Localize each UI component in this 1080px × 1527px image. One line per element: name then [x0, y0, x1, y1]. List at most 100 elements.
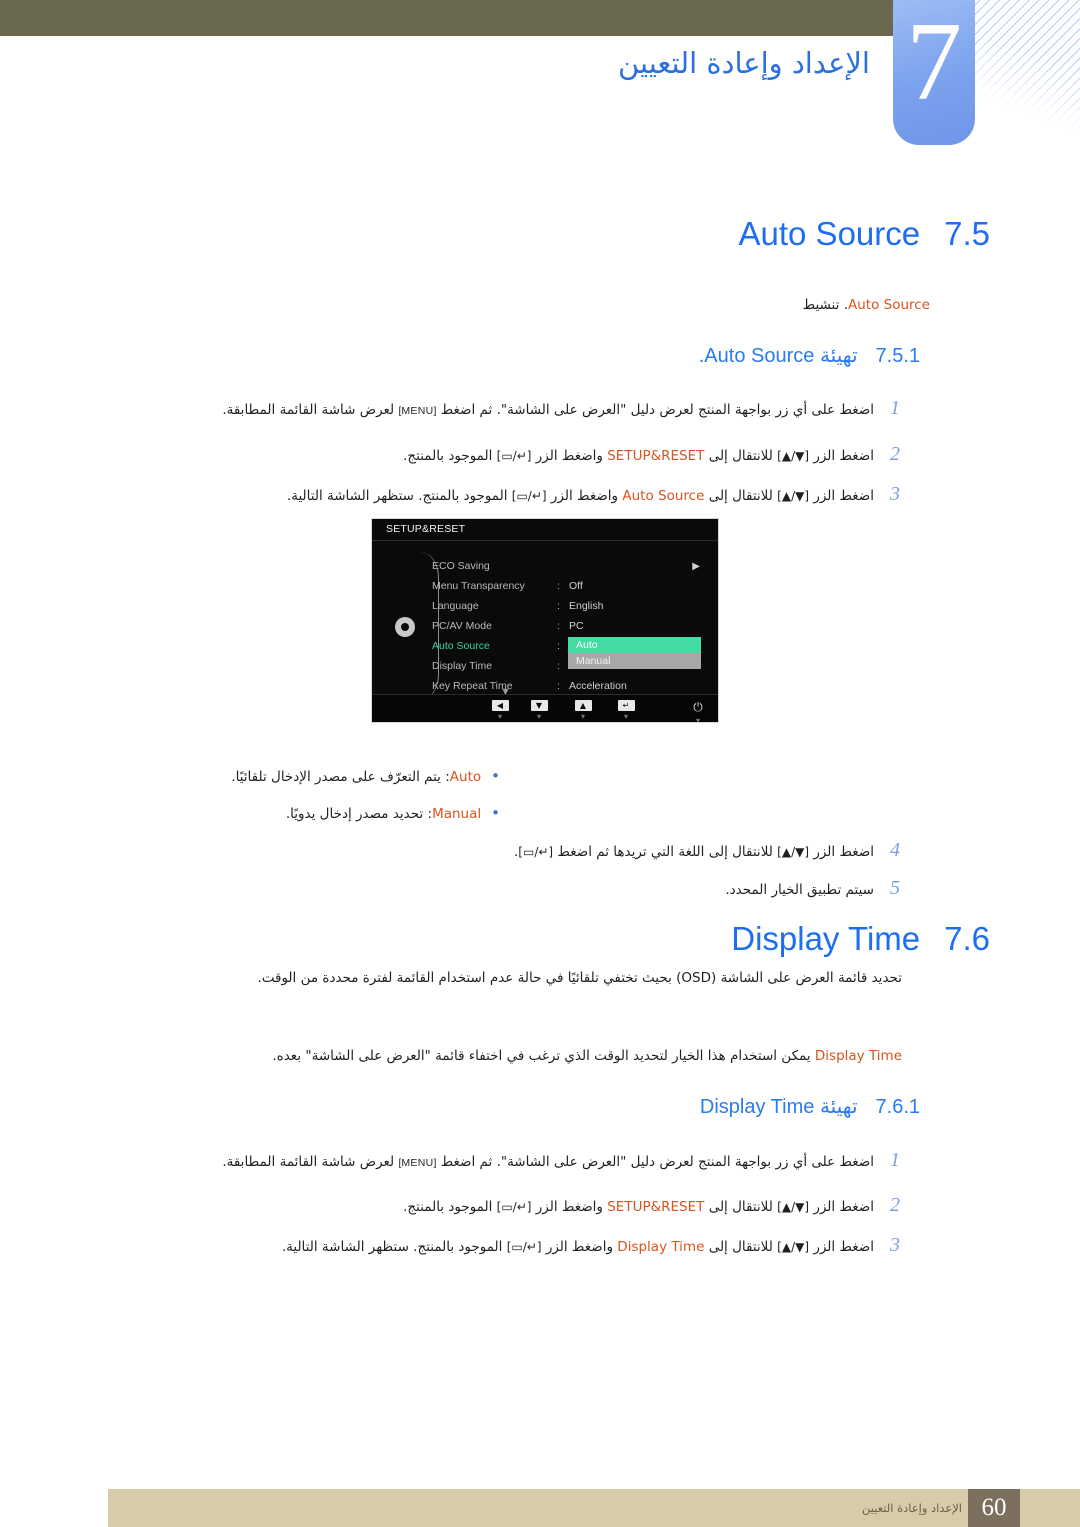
osd-item-label: PC/AV Mode: [432, 620, 492, 632]
osd-item-value: English: [569, 600, 604, 612]
section-number: 7.6: [944, 920, 990, 957]
step-text: اضغط الزر [▲/▼] للانتقال إلى Display Tim…: [282, 1237, 874, 1257]
osd-item-menu-transparency[interactable]: Menu Transparency : Off: [432, 576, 718, 596]
step-text-part-d: الموجود بالمنتج.: [403, 448, 493, 464]
osd-key-enter[interactable]: ↵ ▾: [615, 700, 637, 721]
page-number: 60: [968, 1489, 1020, 1527]
bullet-dot-icon: •: [491, 804, 500, 822]
osd-item-key-repeat-time[interactable]: Key Repeat Time : Acceleration: [432, 676, 718, 696]
display-time-paragraph-2: Display Time يمكن استخدام هذا الخيار لتح…: [272, 1046, 902, 1066]
osd-item-value: PC: [569, 620, 584, 632]
subsection-title-prefix: تهيئة: [819, 1096, 858, 1118]
osd-item-language[interactable]: Language : English: [432, 596, 718, 616]
step-text-part-b: لعرض شاشة القائمة المطابقة.: [222, 402, 395, 418]
osd-key-down[interactable]: ▼ ▾: [528, 700, 550, 721]
osd-item-value: Off: [569, 580, 583, 592]
osd-item-label: Key Repeat Time: [432, 680, 513, 692]
bullet-content: Auto: يتم التعرّف على مصدر الإدخال تلقائ…: [231, 767, 481, 787]
subsection-title-keyword: Display Time: [699, 1096, 815, 1118]
gear-icon: [395, 617, 415, 637]
subsection-number: 7.5.1: [875, 345, 920, 367]
osd-option-manual[interactable]: Manual: [568, 653, 701, 669]
enter-icon: ↵: [617, 700, 635, 711]
osd-item-colon: :: [557, 600, 560, 612]
auto-source-intro-prefix: تنشيط: [802, 297, 840, 313]
subsection-heading-configuring-display-time: 7.6.1 تهيئة Display Time: [700, 1095, 920, 1119]
osd-title-divider: [372, 540, 718, 541]
osd-menu-title: SETUP&RESET: [386, 523, 466, 535]
step-item: 3 اضغط الزر [▲/▼] للانتقال إلى Auto Sour…: [287, 484, 902, 506]
step-text: اضغط الزر [▲/▼] للانتقال إلى SETUP&RESET…: [403, 446, 874, 466]
step-text: اضغط الزر [▲/▼] للانتقال إلى Auto Source…: [287, 486, 874, 506]
step-number: 1: [890, 397, 900, 419]
step-key-enter: [▭/↵]: [496, 1200, 532, 1214]
step-number: 4: [890, 839, 900, 861]
step-key-enter: [▭/↵]: [496, 449, 532, 463]
footer-chapter-label: الإعداد وإعادة التعيين: [862, 1501, 962, 1515]
osd-item-label: Menu Transparency: [432, 580, 525, 592]
subsection-title-keyword: Auto Source: [704, 345, 815, 367]
step-number: 5: [890, 877, 900, 899]
step-item: 1 اضغط على أي زر بواجهة المنتج لعرض دليل…: [222, 398, 902, 421]
step-keyword-setup-reset: SETUP&RESET: [607, 448, 705, 464]
arrow-down-icon: ▼: [530, 700, 548, 711]
step-text-part-b: للانتقال إلى: [708, 448, 773, 464]
osd-item-eco-saving[interactable]: ECO Saving ▶: [432, 556, 718, 576]
bullet-content: Manual: تحديد مصدر إدخال يدويًا.: [286, 804, 481, 824]
step-number: 3: [890, 1234, 900, 1256]
osd-item-pc-av-mode[interactable]: PC/AV Mode : PC: [432, 616, 718, 636]
osd-key-power[interactable]: ⏻ ▾: [687, 700, 709, 723]
step-number: 1: [890, 1149, 900, 1171]
bullet-text: : تحديد مصدر إدخال يدويًا.: [285, 806, 433, 822]
step-key-enter: [▭/↵]: [506, 1240, 542, 1254]
arrow-up-icon: ▲: [574, 700, 592, 711]
auto-source-intro: Auto Source. تنشيط: [803, 295, 930, 315]
osd-key-up[interactable]: ▲ ▾: [572, 700, 594, 721]
step-item: 4 اضغط الزر [▲/▼] للانتقال إلى اللغة الت…: [514, 840, 902, 862]
step-item: 2 اضغط الزر [▲/▼] للانتقال إلى SETUP&RES…: [403, 1195, 902, 1217]
display-time-paragraph-2-keyword: Display Time: [814, 1048, 902, 1064]
subsection-title-prefix: تهيئة: [819, 345, 858, 367]
step-key-menu: [MENU]: [398, 405, 437, 417]
osd-item-label: Display Time: [432, 660, 493, 672]
step-text-part-c: واضغط الزر: [535, 448, 603, 464]
step-text-part-a: اضغط الزر: [813, 448, 874, 464]
power-icon: ⏻: [693, 700, 703, 714]
step-text-part-d: الموجود بالمنتج. ستظهر الشاشة التالية.: [281, 1239, 503, 1255]
osd-bottom-key-guide: ◀ ▾ ▼ ▾ ▲ ▾ ↵ ▾ ⏻ ▾: [372, 694, 718, 723]
osd-key-left[interactable]: ◀ ▾: [489, 700, 511, 721]
osd-auto-source-options-popup: Auto Manual: [568, 637, 701, 669]
section-heading-auto-source: 7.5 Auto Source: [739, 215, 991, 253]
key-tick-icon: ▾: [497, 712, 502, 721]
page-footer: الإعداد وإعادة التعيين 60: [0, 1481, 1080, 1527]
osd-item-label: Language: [432, 600, 479, 612]
bullet-label: Manual: [432, 806, 482, 822]
osd-item-value: Acceleration: [569, 680, 627, 692]
display-time-paragraph-1: تحديد قائمة العرض على الشاشة (OSD) بحيث …: [257, 970, 902, 986]
display-time-paragraph-2-text: يمكن استخدام هذا الخيار لتحديد الوقت الذ…: [272, 1048, 811, 1064]
step-text-part-b: لعرض شاشة القائمة المطابقة.: [222, 1154, 395, 1170]
step-key-updown: [▲/▼]: [777, 1200, 810, 1214]
step-text: اضغط على أي زر بواجهة المنتج لعرض دليل "…: [222, 400, 874, 421]
step-text-part-b: للانتقال إلى: [708, 488, 773, 504]
step-key-enter: [▭/↵]: [518, 845, 554, 859]
osd-item-colon: :: [557, 680, 560, 692]
step-text: اضغط على أي زر بواجهة المنتج لعرض دليل "…: [222, 1152, 874, 1173]
chapter-number: 7: [906, 0, 962, 124]
osd-item-colon: :: [557, 620, 560, 632]
osd-item-label: ECO Saving: [432, 560, 490, 572]
step-text-part-b: للانتقال إلى: [708, 1239, 773, 1255]
osd-menu-list: ECO Saving ▶ Menu Transparency : Off Lan…: [432, 556, 718, 696]
bullet-dot-icon: •: [491, 767, 500, 785]
osd-option-auto[interactable]: Auto: [568, 637, 701, 653]
section-title: Auto Source: [738, 215, 921, 252]
arrow-left-icon: ◀: [491, 700, 509, 711]
section-title: Display Time: [731, 920, 921, 957]
step-number: 2: [890, 1194, 900, 1216]
key-tick-icon: ▾: [695, 716, 700, 723]
osd-item-colon: :: [557, 580, 560, 592]
step-text-part-a: اضغط على أي زر بواجهة المنتج لعرض دليل "…: [440, 402, 874, 418]
step-text-part-a: اضغط الزر: [813, 844, 874, 860]
subsection-heading-configuring-auto-source: 7.5.1 تهيئة Auto Source.: [699, 344, 920, 368]
subsection-title: تهيئة Auto Source.: [699, 344, 858, 368]
